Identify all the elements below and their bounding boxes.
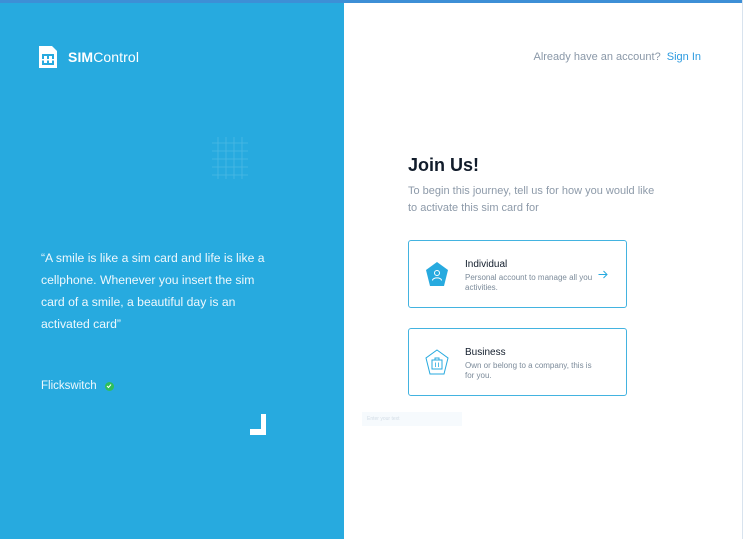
faint-text-input[interactable]: Enter your text — [362, 412, 462, 426]
option-description: Personal account to manage all you activ… — [465, 273, 593, 292]
quote-author: Flickswitch — [41, 380, 114, 392]
signin-prompt: Already have an account? Sign In — [533, 51, 701, 63]
branding-panel: SIMControl “A smile is like a sim card a… — [0, 3, 344, 539]
option-description: Own or belong to a company, this is for … — [465, 361, 592, 380]
grid-decoration — [212, 137, 248, 179]
testimonial-quote: “A smile is like a sim card and life is … — [41, 251, 265, 331]
page-title: Join Us! — [408, 155, 480, 175]
brand-name: SIMControl — [68, 49, 140, 65]
signin-prompt-text: Already have an account? — [533, 51, 661, 63]
corner-decoration — [250, 414, 266, 435]
check-badge-icon — [104, 381, 114, 391]
sim-card-icon — [39, 46, 57, 68]
user-icon — [426, 262, 448, 286]
briefcase-icon — [425, 349, 449, 375]
signup-panel: Already have an account? Sign In Join Us… — [344, 3, 743, 539]
option-title: Business — [465, 347, 506, 358]
page-subtitle: To begin this journey, tell us for how y… — [408, 185, 655, 214]
option-title: Individual — [465, 259, 508, 270]
business-account-option[interactable]: Business Own or belong to a company, thi… — [408, 328, 627, 396]
individual-account-option[interactable]: Individual Personal account to manage al… — [408, 240, 627, 308]
arrow-right-icon — [598, 270, 608, 279]
logo[interactable]: SIMControl — [38, 45, 139, 69]
signin-link[interactable]: Sign In — [667, 51, 701, 63]
author-name: Flickswitch — [41, 380, 97, 392]
